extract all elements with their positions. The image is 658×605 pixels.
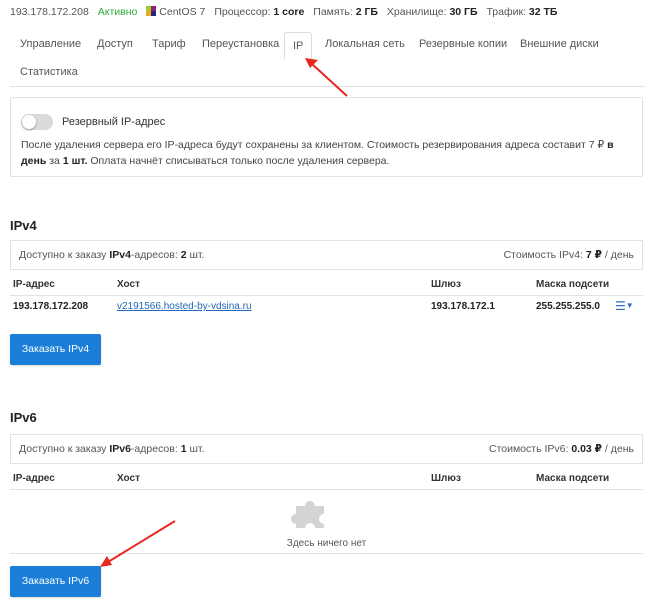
col-host: Хост [117, 473, 140, 484]
col-mask: Маска подсети [536, 473, 610, 484]
tabs-divider [10, 86, 645, 87]
reserved-ip-label: Резервный IP-адрес [62, 116, 166, 128]
server-os: CentOS 7 [159, 6, 206, 18]
ipv4-info-box: Доступно к заказу IPv4-адресов: 2 шт. Ст… [10, 240, 643, 270]
reserved-ip-panel: Резервный IP-адрес После удаления сервер… [10, 97, 643, 177]
traffic-value: 32 ТБ [528, 6, 558, 18]
reserved-ip-description: После удаления сервера его IP-адреса буд… [21, 139, 614, 167]
ipv4-title: IPv4 [10, 218, 37, 233]
table-row: 193.178.172.208 v2191566.hosted-by-vdsin… [10, 296, 643, 320]
ipv6-available: Доступно к заказу IPv6-адресов: 1 шт. [19, 443, 205, 455]
server-ip: 193.178.172.208 [10, 6, 89, 18]
col-gateway: Шлюз [431, 473, 461, 484]
arrow-head-order-ipv6 [100, 556, 112, 567]
tab-local-network[interactable]: Локальная сеть [325, 38, 405, 50]
storage-value: 30 ГБ [449, 6, 478, 18]
row-host-link[interactable]: v2191566.hosted-by-vdsina.ru [117, 301, 252, 312]
empty-message: Здесь ничего нет [286, 538, 367, 549]
traffic-label: Трафик: [486, 6, 526, 18]
tab-tariff[interactable]: Тариф [152, 38, 186, 50]
centos-logo-icon [146, 6, 157, 16]
order-ipv4-button[interactable]: Заказать IPv4 [10, 334, 101, 365]
row-gateway: 193.178.172.1 [431, 301, 495, 312]
col-ip: IP-адрес [13, 279, 55, 290]
ram-label: Память: [313, 6, 353, 18]
row-mask: 255.255.255.0 [536, 301, 600, 312]
ipv4-available: Доступно к заказу IPv4-адресов: 2 шт. [19, 249, 205, 261]
ipv4-cost: Стоимость IPv4: 7 ₽ / день [503, 249, 634, 261]
ipv6-title: IPv6 [10, 410, 37, 425]
col-mask: Маска подсети [536, 279, 610, 290]
cpu-value: 1 core [273, 6, 305, 18]
hamburger-icon: ☰ [615, 299, 626, 313]
tab-management[interactable]: Управление [20, 38, 81, 50]
row-ip: 193.178.172.208 [13, 301, 89, 312]
tab-statistics[interactable]: Статистика [20, 66, 78, 78]
puzzle-piece-icon [291, 501, 324, 528]
col-gateway: Шлюз [431, 279, 461, 290]
arrow-to-ip-tab [311, 63, 348, 97]
chevron-down-icon: ▼ [625, 301, 634, 310]
ipv6-info-box: Доступно к заказу IPv6-адресов: 1 шт. Ст… [10, 434, 643, 464]
order-ipv6-button[interactable]: Заказать IPv6 [10, 566, 101, 597]
server-state: Активно [97, 6, 138, 18]
cpu-label: Процессор: [214, 6, 271, 18]
toggle-knob [22, 115, 36, 129]
storage-label: Хранилище: [386, 6, 447, 18]
row-actions-menu[interactable]: ☰▼ [615, 299, 634, 313]
tab-backups[interactable]: Резервные копии [419, 38, 507, 50]
ipv4-table-header: IP-адрес Хост Шлюз Маска подсети [10, 274, 643, 296]
col-host: Хост [117, 279, 140, 290]
reserved-ip-toggle[interactable] [21, 114, 53, 130]
tab-access[interactable]: Доступ [97, 38, 133, 50]
ram-value: 2 ГБ [355, 6, 378, 18]
server-status-bar: 193.178.172.208 Активно CentOS 7 Процесс… [10, 6, 557, 18]
ipv6-cost: Стоимость IPv6: 0.03 ₽ / день [488, 443, 634, 455]
tab-external-disks[interactable]: Внешние диски [520, 38, 599, 50]
tab-ip[interactable]: IP [284, 32, 313, 60]
tab-reinstall[interactable]: Переустановка [202, 38, 279, 50]
ipv6-table-header: IP-адрес Хост Шлюз Маска подсети [10, 468, 643, 490]
col-ip: IP-адрес [13, 473, 55, 484]
ipv6-empty-state: Здесь ничего нет [10, 490, 643, 554]
